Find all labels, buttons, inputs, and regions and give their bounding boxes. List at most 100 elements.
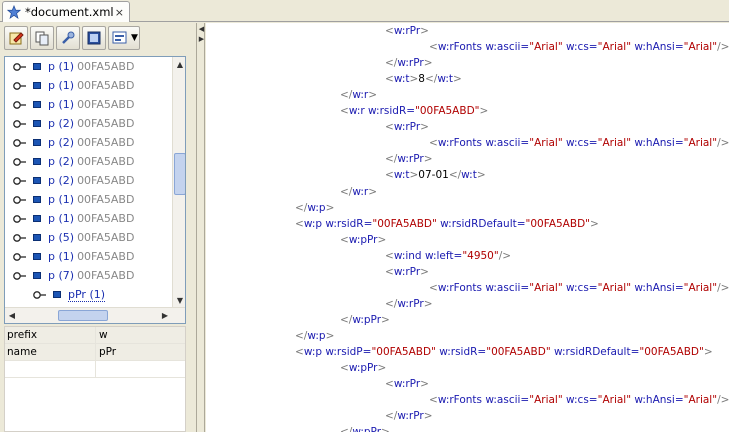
tree-node-label: pPr (1) <box>68 287 106 302</box>
code-token: </ <box>385 297 398 310</box>
code-token: "4950" <box>462 249 499 262</box>
scroll-left-icon[interactable]: ◀ <box>5 308 19 323</box>
expand-node-icon[interactable] <box>13 119 27 129</box>
tree-vertical-scroll-thumb[interactable] <box>174 153 185 195</box>
code-token: w:rPr <box>393 121 421 134</box>
tree-node-row[interactable]: p (1) 00FA5ABD <box>5 190 172 209</box>
frame-icon <box>87 31 101 45</box>
code-token: < <box>385 25 394 37</box>
code-token: w:p <box>303 346 326 358</box>
code-line: < w:rPr > <box>385 23 429 39</box>
property-row[interactable]: prefix w <box>5 327 185 344</box>
tree-node-row[interactable]: p (1) 00FA5ABD <box>5 209 172 228</box>
code-line: </w:pPr> <box>340 312 390 328</box>
tree-node-rsid: 00FA5ABD <box>77 98 135 111</box>
view-dropdown-button[interactable]: ▼ <box>108 26 140 50</box>
property-row[interactable] <box>5 361 185 378</box>
code-line: < w:p w:rsidP= "00FA5ABD" w:rsidR= "00FA5AB… <box>295 344 713 360</box>
property-row[interactable]: name pPr <box>5 344 185 361</box>
code-token: w:rsidR= <box>435 346 487 358</box>
expand-node-icon[interactable] <box>13 138 27 148</box>
expand-node-icon[interactable] <box>13 81 27 91</box>
expand-node-icon[interactable] <box>13 157 27 167</box>
code-line: < w:rFonts w:ascii= "Arial" w:cs= "Arial" w… <box>429 280 729 296</box>
star-icon <box>7 5 21 19</box>
tree-node-row-selected[interactable]: pPr (1) <box>5 285 172 304</box>
tree-node-row[interactable]: p (7) 00FA5ABD <box>5 266 172 285</box>
collapse-left-icon[interactable]: ◀ <box>198 25 205 33</box>
expand-node-icon[interactable] <box>13 271 27 281</box>
tree-node-row[interactable]: p (1) 00FA5ABD <box>5 76 172 95</box>
tree-node-row[interactable]: p (2) 00FA5ABD <box>5 114 172 133</box>
expand-node-icon[interactable] <box>13 62 27 72</box>
code-token: w:t <box>393 169 410 182</box>
tree-node-rsid: 00FA5ABD <box>77 212 135 225</box>
tree-node-row[interactable]: p (2) 00FA5ABD <box>5 171 172 190</box>
code-token: w:hAnsi= <box>631 281 684 294</box>
tree-node-row[interactable]: p (1) 00FA5ABD <box>5 57 172 76</box>
code-token: "Arial" <box>529 394 563 407</box>
code-line: < w:pPr > <box>340 232 386 248</box>
code-token: w:r <box>352 89 369 102</box>
code-line: </w:p > <box>295 200 334 216</box>
tab-document-xml[interactable]: *document.xml × <box>2 1 130 22</box>
tree-node-row[interactable]: p (5) 00FA5ABD <box>5 228 172 247</box>
code-token: "Arial" <box>529 281 563 294</box>
code-line: < w:t >8 </w:t > <box>385 71 462 87</box>
expand-node-icon[interactable] <box>13 252 27 262</box>
expand-node-icon[interactable] <box>13 214 27 224</box>
expand-node-icon[interactable] <box>13 233 27 243</box>
code-line: < w:t >07-01 </w:t > <box>385 167 486 183</box>
copy-button[interactable] <box>30 26 54 50</box>
expand-node-icon[interactable] <box>13 100 27 110</box>
code-token: "00FA5ABD" <box>486 346 551 358</box>
tree-node-row[interactable]: p (2) 00FA5ABD <box>5 152 172 171</box>
code-token: "Arial" <box>683 41 718 54</box>
code-token: w:hAnsi= <box>631 394 684 407</box>
scroll-down-icon[interactable]: ▼ <box>173 293 185 307</box>
code-token: w:rsidR= <box>325 217 373 230</box>
element-node-icon <box>33 177 41 184</box>
code-token: w:r <box>352 185 369 198</box>
expand-right-icon[interactable]: ▶ <box>198 35 205 43</box>
code-token: </ <box>424 73 438 86</box>
code-token: > <box>325 201 335 214</box>
tree-vertical-scrollbar[interactable]: ▲ ▼ <box>172 57 185 307</box>
tree-node-rsid: 00FA5ABD <box>77 250 135 263</box>
tree-node-label: p (2) <box>48 136 75 149</box>
code-token: w:p <box>307 329 326 342</box>
close-icon[interactable]: × <box>115 6 124 19</box>
tree-node-row[interactable]: p (2) 00FA5ABD <box>5 133 172 152</box>
property-value[interactable]: pPr <box>96 346 116 358</box>
element-node-icon <box>33 272 41 279</box>
code-token: </ <box>340 426 352 432</box>
tree-node-row[interactable]: p (1) 00FA5ABD <box>5 247 172 266</box>
frame-button[interactable] <box>82 26 106 50</box>
property-value[interactable]: w <box>96 329 108 341</box>
code-token: "Arial" <box>683 394 718 407</box>
properties-table: prefix w name pPr <box>4 326 186 432</box>
expand-node-icon[interactable] <box>33 290 47 300</box>
tree-horizontal-scroll-thumb[interactable] <box>58 310 108 321</box>
tree-horizontal-scrollbar[interactable]: ◀ ▶ <box>5 307 185 323</box>
xml-outline-tree: p (1) 00FA5ABD p (1) 00FA5ABD p (1) 00FA5ABD p… <box>4 56 186 324</box>
xml-source-editor[interactable]: < w:rPr > < w:rFonts w:ascii= "Arial" w:cs= "A… <box>206 23 729 432</box>
code-token: </ <box>385 153 398 166</box>
code-line: </w:rPr > <box>385 55 433 71</box>
scroll-right-icon[interactable]: ▶ <box>158 308 172 323</box>
code-token: "00FA5ABD" <box>371 346 436 358</box>
code-token: > <box>479 105 489 118</box>
expand-node-icon[interactable] <box>13 195 27 205</box>
tree-node-row[interactable]: p (1) 00FA5ABD <box>5 95 172 114</box>
panel-splitter[interactable]: ◀ ▶ <box>198 23 205 432</box>
tab-title: *document.xml <box>25 5 114 19</box>
code-token: "00FA5ABD" <box>639 346 704 358</box>
code-token: > <box>409 73 419 86</box>
expand-node-icon[interactable] <box>13 176 27 186</box>
edit-button[interactable] <box>4 26 28 50</box>
code-token: < <box>340 233 349 246</box>
code-token: w:rPr <box>397 57 424 70</box>
tools-button[interactable] <box>56 26 80 50</box>
code-token: > <box>409 169 419 182</box>
scroll-up-icon[interactable]: ▲ <box>173 57 185 71</box>
